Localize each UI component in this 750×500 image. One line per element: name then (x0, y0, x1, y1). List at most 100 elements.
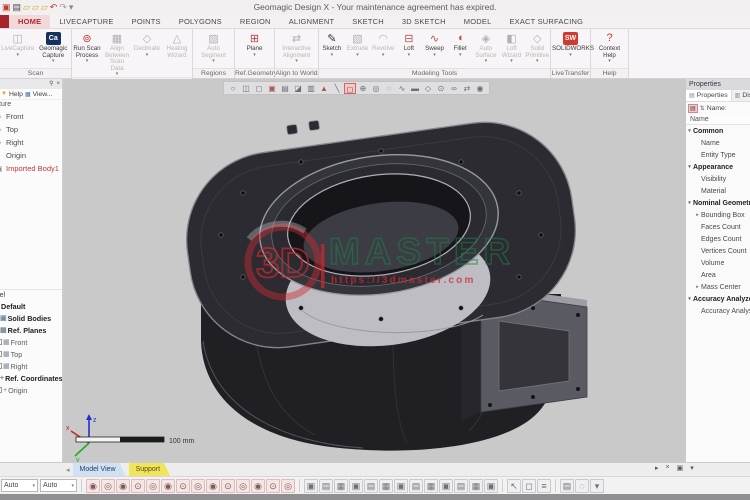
model-tree-item[interactable]: ▦ Ref. Planes (0, 324, 62, 336)
dock-icon[interactable]: ▣ (677, 464, 684, 472)
run-scan-process-button[interactable]: ⊚ Run Scan Process ▾ (72, 30, 102, 77)
align-between-scan-data-button[interactable]: ▦ Align Between Scan Data ▾ (102, 30, 132, 77)
property-row[interactable]: Material (686, 185, 750, 197)
box-mode-icon[interactable]: ◻ (522, 479, 536, 493)
help-button[interactable]: Help (9, 91, 23, 98)
pointcloud-visibility-icon[interactable]: ◎ (146, 479, 160, 493)
auto-segment-button[interactable]: ▨ Auto Segment ▾ (193, 30, 234, 68)
tree-item[interactable]: ▣ Imported Body1 (0, 162, 62, 175)
model-tree-item[interactable]: + Ref. Coordinates (0, 372, 62, 384)
tab-properties[interactable]: ▤ Properties (686, 90, 732, 101)
menu-tab[interactable]: 3D SKETCH (393, 15, 455, 28)
expander-icon[interactable]: ▾ (686, 296, 693, 302)
pair-view-icon[interactable]: ∞ (448, 83, 460, 94)
zoom-tool-icon[interactable]: ◉ (474, 83, 486, 94)
filter-coordinate-icon[interactable]: ▤ (454, 479, 468, 493)
loft-button[interactable]: ⊟ Loft ▾ (396, 30, 422, 68)
property-row[interactable]: Entity Type (686, 149, 750, 161)
filter-plane-icon[interactable]: ▤ (409, 479, 423, 493)
property-row[interactable]: Vertices Count (686, 245, 750, 257)
property-row[interactable]: Name (686, 137, 750, 149)
tree-item[interactable]: ▱ Front (0, 110, 62, 123)
property-row[interactable]: ▾ Accuracy Analyzer (686, 293, 750, 305)
tab-display[interactable]: ▥ Display (732, 90, 750, 101)
filter-sketch-icon[interactable]: ▤ (364, 479, 378, 493)
plane-display-icon[interactable]: ◪ (292, 83, 304, 94)
render-mode-combo[interactable]: Auto▾ (40, 479, 77, 492)
select-mode-icon[interactable]: ↖ (507, 479, 521, 493)
expander-icon[interactable]: ▸ (694, 284, 701, 290)
next-tab-icon[interactable]: ▸ (655, 464, 659, 472)
render-mode-icon[interactable]: ◌ (575, 479, 589, 493)
measure-visibility-icon[interactable]: ⊙ (266, 479, 280, 493)
menu-tab[interactable]: HOME (9, 15, 50, 28)
menu-tab[interactable]: EXACT SURFACING (500, 15, 592, 28)
model-tree-item[interactable]: + Origin (0, 384, 62, 396)
interactive-alignment-button[interactable]: ⇄ Interactive Alignment ▾ (275, 30, 318, 68)
menu-tab[interactable]: MODEL (455, 15, 501, 28)
curve-visibility-icon[interactable]: ◉ (161, 479, 175, 493)
body-visibility-icon[interactable]: ◎ (101, 479, 115, 493)
filter-point-icon[interactable]: ▣ (349, 479, 363, 493)
polygon-select-icon[interactable]: ◇ (422, 83, 434, 94)
filter-surface-icon[interactable]: ▦ (379, 479, 393, 493)
pin-icon[interactable]: ⚲ (49, 79, 53, 89)
screen-capture-icon[interactable]: ▤ (560, 479, 574, 493)
solid-primitive-button[interactable]: ◇ Solid Primitive ▾ (524, 30, 550, 68)
multi-view-icon[interactable]: ▥ (305, 83, 317, 94)
categorize-icon[interactable]: ▤ (688, 104, 698, 113)
property-row[interactable]: ▾ Appearance (686, 161, 750, 173)
geomagic-capture-button[interactable]: Ca Geomagic Capture ▾ (36, 30, 72, 68)
spline-select-icon[interactable]: ∿ (396, 83, 408, 94)
target-select-icon[interactable]: ⊙ (435, 83, 447, 94)
rectangle-select-icon[interactable]: ◻ (344, 83, 356, 94)
expander-icon[interactable]: ▾ (686, 200, 693, 206)
property-row[interactable]: Volume (686, 257, 750, 269)
filter-region-icon[interactable]: ▦ (334, 479, 348, 493)
property-row[interactable]: Visibility (686, 173, 750, 185)
point-view-icon[interactable]: ○ (227, 83, 239, 94)
expander-icon[interactable]: ▾ (686, 164, 693, 170)
tree-item[interactable]: ▱ Right (0, 136, 62, 149)
filter-axis-icon[interactable]: ▦ (424, 479, 438, 493)
coordinate-visibility-icon[interactable]: ◎ (236, 479, 250, 493)
line-select-icon[interactable]: ╲ (331, 83, 343, 94)
menu-tab[interactable]: SKETCH (343, 15, 393, 28)
tree-item[interactable]: ▱ Top (0, 123, 62, 136)
extrude-button[interactable]: ▧ Extrude ▾ (345, 30, 371, 68)
view-tab[interactable]: Model View (73, 463, 126, 476)
more-options-icon[interactable]: ▾ (590, 479, 604, 493)
model-tree-item[interactable]: Default (0, 300, 62, 312)
filter-curve-icon[interactable]: ▣ (394, 479, 408, 493)
ellipse-select-icon[interactable]: ◎ (370, 83, 382, 94)
display-mode-combo[interactable]: Auto▾ (1, 479, 38, 492)
measure-icon[interactable]: ▲ (318, 83, 330, 94)
property-row[interactable]: ▸ Bounding Box (686, 209, 750, 221)
region-view-icon[interactable]: ▤ (279, 83, 291, 94)
property-row[interactable]: Accuracy Analysis (686, 305, 750, 317)
filter-body-icon[interactable]: ▣ (304, 479, 318, 493)
filter-mesh-icon[interactable]: ▤ (319, 479, 333, 493)
surface-visibility-icon[interactable]: ◎ (191, 479, 205, 493)
model-tree-item[interactable]: ▦ Right (0, 360, 62, 372)
tree-item[interactable]: + Origin (0, 149, 62, 162)
show-all-icon[interactable]: ◉ (86, 479, 100, 493)
menu-tab[interactable]: LIVECAPTURE (50, 15, 122, 28)
revolve-button[interactable]: ◠ Revolve ▾ (370, 30, 396, 68)
lasso-select-icon[interactable]: ◌ (383, 83, 395, 94)
sketch-visibility-icon[interactable]: ⊙ (176, 479, 190, 493)
extra-mode-icon[interactable]: ≡ (537, 479, 551, 493)
deviation-visibility-icon[interactable]: ◎ (281, 479, 295, 493)
sort-icon[interactable]: ⇅ (700, 105, 705, 112)
filter-measure-icon[interactable]: ▣ (484, 479, 498, 493)
property-row[interactable]: ▸ Mass Center (686, 281, 750, 293)
menu-tab[interactable]: REGION (231, 15, 280, 28)
model-tree-item[interactable]: ▣ Solid Bodies (0, 312, 62, 324)
sweep-button[interactable]: ∿ Sweep ▾ (422, 30, 448, 68)
label-visibility-icon[interactable]: ◉ (251, 479, 265, 493)
menu-tab[interactable]: POLYGONS (170, 15, 231, 28)
view-button[interactable]: View... (33, 91, 53, 98)
region-visibility-icon[interactable]: ⊙ (131, 479, 145, 493)
livecapture-button[interactable]: ◫ LiveCapture ▾ (0, 30, 36, 68)
body-view-icon[interactable]: ▣ (266, 83, 278, 94)
